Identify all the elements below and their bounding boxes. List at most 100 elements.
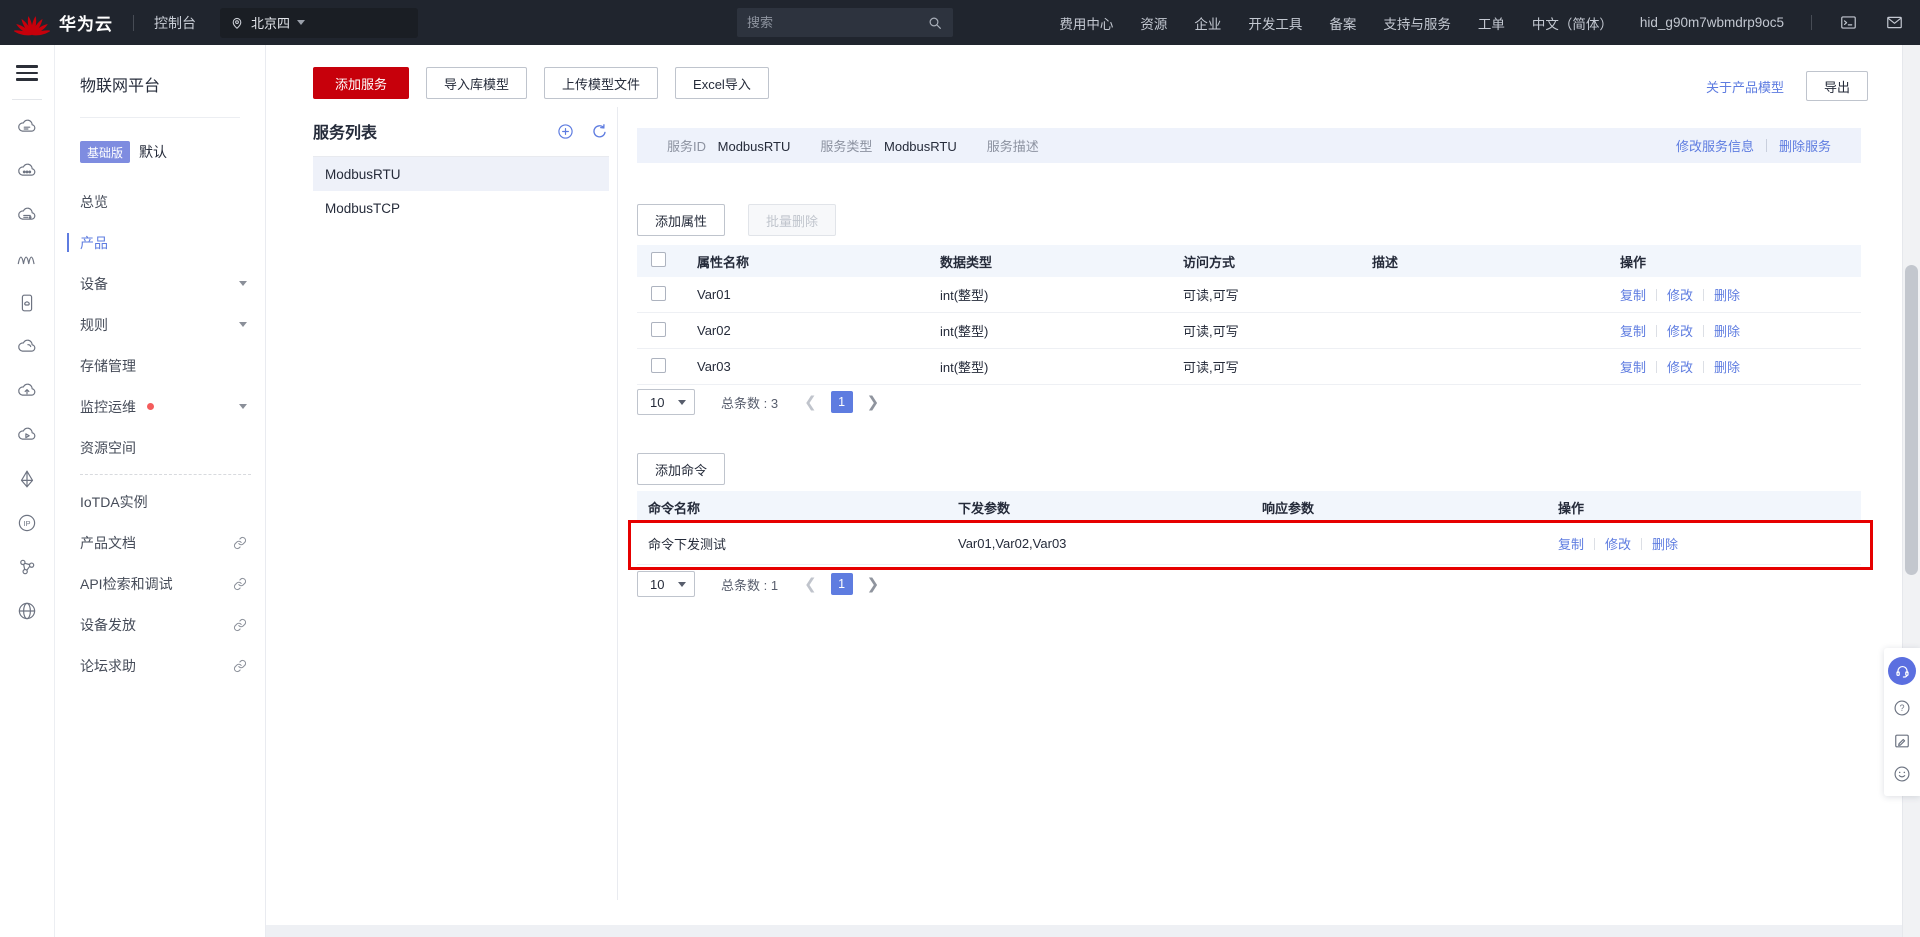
- cloud-list-icon[interactable]: [16, 204, 38, 226]
- globe-icon[interactable]: [16, 600, 38, 622]
- waves-icon[interactable]: [16, 248, 38, 270]
- topnav-item-language[interactable]: 中文（简体）: [1532, 13, 1613, 33]
- location-pin-icon: [230, 16, 244, 30]
- add-attribute-button[interactable]: 添加属性: [637, 204, 725, 236]
- chevron-down-icon: [239, 322, 247, 327]
- attribute-actions: 添加属性 批量删除: [637, 204, 836, 236]
- ip-circle-icon[interactable]: IP: [16, 512, 38, 534]
- row-checkbox[interactable]: [651, 322, 666, 337]
- cloud-server-icon[interactable]: [16, 116, 38, 138]
- sidebar-item-api-explorer[interactable]: API检索和调试: [55, 563, 265, 604]
- main-content: 添加服务 导入库模型 上传模型文件 Excel导入 关于产品模型 导出 服务列表: [266, 45, 1902, 925]
- headset-icon[interactable]: [1888, 657, 1916, 685]
- service-item-modbustcp[interactable]: ModbusTCP: [313, 191, 609, 225]
- modify-link[interactable]: 修改: [1667, 285, 1693, 304]
- mail-icon[interactable]: [1885, 13, 1904, 32]
- service-id-label: 服务ID: [667, 139, 706, 154]
- row-checkbox[interactable]: [651, 286, 666, 301]
- modify-service-link[interactable]: 修改服务信息: [1676, 136, 1754, 155]
- copy-link[interactable]: 复制: [1620, 357, 1646, 376]
- row-checkbox[interactable]: [651, 358, 666, 373]
- sidebar-item-products[interactable]: 产品: [55, 222, 265, 263]
- cloud-icon[interactable]: [16, 336, 38, 358]
- cloud-more-icon[interactable]: [16, 160, 38, 182]
- sidebar-item-forum-help[interactable]: 论坛求助: [55, 645, 265, 686]
- terminal-icon[interactable]: [1839, 13, 1858, 32]
- sidebar-item-storage[interactable]: 存储管理: [55, 345, 265, 386]
- notification-dot: [147, 403, 154, 410]
- vertical-scrollbar[interactable]: [1902, 45, 1920, 937]
- select-all-checkbox[interactable]: [651, 252, 666, 267]
- caret-down-icon: [678, 400, 686, 405]
- sidebar-item-product-docs[interactable]: 产品文档: [55, 522, 265, 563]
- sidebar-item-rules[interactable]: 规则: [55, 304, 265, 345]
- add-command-button[interactable]: 添加命令: [637, 453, 725, 485]
- account-id[interactable]: hid_g90m7wbmdrp9oc5: [1640, 15, 1784, 30]
- import-library-model-button[interactable]: 导入库模型: [426, 67, 527, 99]
- sidebar-item-iotda-instance[interactable]: IoTDA实例: [55, 481, 265, 522]
- copy-link[interactable]: 复制: [1558, 534, 1584, 553]
- external-link-icon: [233, 659, 247, 673]
- delete-link[interactable]: 删除: [1714, 321, 1740, 340]
- modify-link[interactable]: 修改: [1667, 357, 1693, 376]
- brand-name[interactable]: 华为云: [59, 10, 113, 35]
- region-selector[interactable]: 北京四: [220, 8, 418, 38]
- copy-link[interactable]: 复制: [1620, 285, 1646, 304]
- mobile-device-icon[interactable]: [16, 292, 38, 314]
- caret-down-icon: [678, 582, 686, 587]
- page-size-select[interactable]: 10: [637, 389, 695, 415]
- current-page[interactable]: 1: [831, 391, 853, 413]
- topnav-item-enterprise[interactable]: 企业: [1194, 13, 1221, 33]
- topnav-item-icp[interactable]: 备案: [1329, 13, 1356, 33]
- next-page-icon[interactable]: ❯: [867, 395, 880, 410]
- topnav-item-billing[interactable]: 费用中心: [1059, 13, 1113, 33]
- service-type-value: ModbusRTU: [884, 139, 957, 154]
- topnav-item-support[interactable]: 支持与服务: [1383, 13, 1451, 33]
- copy-link[interactable]: 复制: [1620, 321, 1646, 340]
- search-icon[interactable]: [927, 15, 943, 31]
- sidebar-item-monitoring[interactable]: 监控运维: [55, 386, 265, 427]
- delete-link[interactable]: 删除: [1652, 534, 1678, 553]
- console-link[interactable]: 控制台: [154, 13, 196, 33]
- prism-icon[interactable]: [16, 468, 38, 490]
- scrollbar-thumb[interactable]: [1905, 265, 1918, 575]
- topnav-item-resources[interactable]: 资源: [1140, 13, 1167, 33]
- cloud-media-icon[interactable]: [16, 424, 38, 446]
- caret-down-icon: [297, 20, 305, 25]
- delete-link[interactable]: 删除: [1714, 357, 1740, 376]
- external-link-icon: [233, 618, 247, 632]
- topnav-item-ticket[interactable]: 工单: [1478, 13, 1505, 33]
- cloud-upload-icon[interactable]: [16, 380, 38, 402]
- add-service-button[interactable]: 添加服务: [313, 67, 409, 99]
- divider: [12, 99, 42, 100]
- attributes-pagination: 10 总条数 : 3 ❮ 1 ❯: [637, 389, 879, 415]
- refresh-icon[interactable]: [590, 122, 609, 141]
- delete-service-link[interactable]: 删除服务: [1779, 136, 1831, 155]
- top-navbar: 华为云 控制台 北京四 费用中心 资源 企业 开发工具 备案: [0, 0, 1920, 45]
- modify-link[interactable]: 修改: [1667, 321, 1693, 340]
- help-icon[interactable]: ?: [1892, 698, 1912, 718]
- share-nodes-icon[interactable]: [16, 556, 38, 578]
- service-item-modbusrtu[interactable]: ModbusRTU: [313, 157, 609, 191]
- menu-icon[interactable]: [16, 61, 38, 85]
- add-circle-icon[interactable]: [556, 122, 575, 141]
- page-size-select[interactable]: 10: [637, 571, 695, 597]
- divider: [80, 117, 240, 118]
- search-input[interactable]: [747, 15, 927, 30]
- delete-link[interactable]: 删除: [1714, 285, 1740, 304]
- prev-page-icon[interactable]: ❮: [804, 577, 817, 592]
- sidebar-item-devices[interactable]: 设备: [55, 263, 265, 304]
- modify-link[interactable]: 修改: [1605, 534, 1631, 553]
- next-page-icon[interactable]: ❯: [867, 577, 880, 592]
- sidebar-item-overview[interactable]: 总览: [55, 181, 265, 222]
- sidebar-item-resource-space[interactable]: 资源空间: [55, 427, 265, 468]
- prev-page-icon[interactable]: ❮: [804, 395, 817, 410]
- service-type-label: 服务类型: [820, 139, 872, 154]
- current-page[interactable]: 1: [831, 573, 853, 595]
- sidebar-item-device-provisioning[interactable]: 设备发放: [55, 604, 265, 645]
- topnav-item-devtools[interactable]: 开发工具: [1248, 13, 1302, 33]
- huawei-logo[interactable]: [14, 9, 50, 36]
- feedback-icon[interactable]: [1892, 731, 1912, 751]
- table-row: Var02 int(整型) 可读,可写 复制 修改 删除: [637, 313, 1861, 349]
- smiley-icon[interactable]: [1892, 764, 1912, 784]
